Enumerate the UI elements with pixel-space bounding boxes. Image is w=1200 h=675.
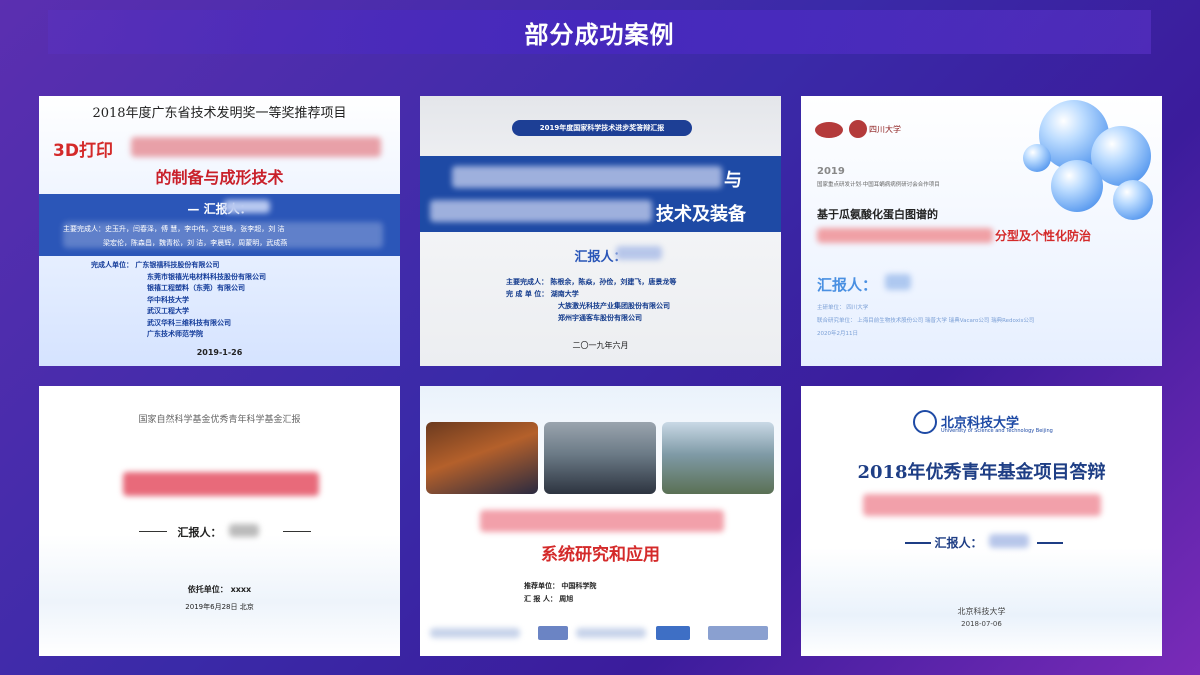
molecule-sphere <box>1051 160 1103 212</box>
partner-logo-icon <box>538 626 568 640</box>
redacted-title <box>863 494 1101 516</box>
unit-item: 武汉工程大学 <box>147 307 189 315</box>
title-line-1: 基于瓜氨酸化蛋白图谱的 <box>817 208 938 221</box>
card-date: 二〇一九年六月 <box>572 341 629 350</box>
reporter-label: 汇报人： <box>817 276 878 294</box>
card-pill-title: 2019年度国家科学技术进步奖答辩汇报 <box>512 120 692 136</box>
units-list: 完成人单位： 广东银禧科技股份有限公司 东莞市银禧光电材料科技股份有限公司 银禧… <box>91 260 266 341</box>
redacted-title <box>131 137 381 157</box>
school-name: 北京科技大学 <box>957 607 1006 616</box>
info-item: 郑州宇通客车股份有限公司 <box>558 314 642 322</box>
unit-item: 华中科技大学 <box>147 295 189 304</box>
unit-item: 东莞市银禧光电材料科技股份有限公司 <box>147 272 266 281</box>
info-item: 主要完成人： 陈根余，陈焱，孙俭，刘建飞，唐景龙等 <box>506 278 677 286</box>
redacted-reporter <box>885 274 911 290</box>
logo-text: 四川大学 <box>869 125 901 134</box>
info-list: 主要完成人： 陈根余，陈焱，孙俭，刘建飞，唐景龙等 完 成 单 位： 湖南大学 … <box>506 276 676 324</box>
reporter-label: 汇报人： <box>934 536 983 550</box>
facility-photo <box>662 422 774 494</box>
partner-logo-icon <box>656 626 690 640</box>
partner-logo-icon <box>430 628 520 638</box>
section-title: 部分成功案例 <box>524 20 675 49</box>
title-line-2: 分型及个性化防治 <box>995 229 1092 243</box>
card-top-title: 国家自然科学基金优秀青年科学基金汇报 <box>138 415 301 425</box>
institution-logo-icon <box>815 122 843 138</box>
partner-logos <box>420 622 781 646</box>
unit-item: 银禧工程塑料（东莞）有限公司 <box>147 284 245 292</box>
card-year: 2019 <box>817 166 845 177</box>
unit-item: 广东技术师范学院 <box>147 330 203 338</box>
card-title-line2: 的制备与成形技术 <box>155 168 284 187</box>
redacted-title-1 <box>452 166 722 188</box>
card-date: 2018-07-06 <box>961 620 1002 628</box>
redacted-reporter <box>224 200 270 213</box>
case-card-6[interactable]: 北京科技大学 University of Science and Technol… <box>801 386 1162 656</box>
members-line-2: 梁宏伦，陈森昌，魏青松，刘 洁，李晨辉，周蒙明，武成燕 <box>103 239 288 247</box>
redacted-title <box>480 510 724 532</box>
members-text: 主要完成人：史玉升，闫春泽，傅 慧，李中伟，文世峰，张李超，刘 洁 梁宏伦，陈森… <box>63 222 383 250</box>
card-background <box>39 386 400 656</box>
unit-item: 完成人单位： 广东银禧科技股份有限公司 <box>91 261 220 269</box>
project-text: 国家重点研发计划·中国耳蜗病病例研讨会合作项目 <box>817 182 940 188</box>
card-title: 2018年优秀青年基金项目答辩 <box>857 462 1106 483</box>
redacted-reporter <box>616 246 662 260</box>
unit-item: 武汉华科三维科技有限公司 <box>147 318 231 327</box>
university-seal-icon <box>849 120 867 138</box>
reporter-label: — 汇报人： <box>187 202 252 216</box>
case-card-5[interactable]: 系统研究和应用 推荐单位： 中国科学院 汇 报 人： 周旭 <box>420 386 781 656</box>
case-card-3[interactable]: 四川大学 2019 国家重点研发计划·中国耳蜗病病例研讨会合作项目 基于瓜氨酸化… <box>801 96 1162 366</box>
redacted-title <box>123 472 319 496</box>
group-photo <box>544 422 656 494</box>
info-item: 完 成 单 位： 湖南大学 <box>506 290 579 298</box>
info-item: 汇 报 人： 周旭 <box>524 595 574 603</box>
info-list: 主研单位： 四川大学 联合研究单位： 上海目前生物技术股份公司 瑞普大学 瑞典V… <box>817 302 1034 341</box>
card-top-title: 2018年度广东省技术发明奖一等奖推荐项目 <box>92 106 347 121</box>
university-name-en: University of Science and Technology Bei… <box>941 428 1053 434</box>
case-card-1[interactable]: 2018年度广东省技术发明奖一等奖推荐项目 3D打印 的制备与成形技术 — 汇报… <box>39 96 400 366</box>
section-title-bar: 部分成功案例 <box>48 10 1151 54</box>
reporter-label: 汇报人： <box>177 526 222 539</box>
redacted-title-2 <box>430 200 652 222</box>
info-item: 大族激光科技产业集团股份有限公司 <box>558 302 670 310</box>
members-line-1: 主要完成人：史玉升，闫春泽，傅 慧，李中伟，文世峰，张李超，刘 洁 <box>63 225 285 233</box>
unit-text: 依托单位： xxxx <box>187 585 252 594</box>
redacted-reporter <box>989 534 1029 548</box>
title-suffix-1: 与 <box>724 170 742 191</box>
case-card-2[interactable]: 2019年度国家科学技术进步奖答辩汇报 与 技术及装备 汇报人： 主要完成人： … <box>420 96 781 366</box>
card-title-prefix: 3D打印 <box>53 141 113 161</box>
title-suffix-2: 技术及装备 <box>656 204 746 225</box>
case-card-4[interactable]: 国家自然科学基金优秀青年科学基金汇报 汇报人： 依托单位： xxxx 2019年… <box>39 386 400 656</box>
reporter-label: 汇报人： <box>574 250 627 265</box>
card-title-red: 系统研究和应用 <box>541 545 660 565</box>
factory-photo <box>426 422 538 494</box>
info-item: 联合研究单位： 上海目前生物技术股份公司 瑞普大学 瑞典Vacaro公司 瑞典R… <box>817 318 1035 324</box>
info-item: 2020年2月11日 <box>817 331 858 337</box>
redacted-reporter <box>229 524 259 537</box>
card-date: 2019-1-26 <box>196 348 243 357</box>
molecule-sphere <box>1023 144 1051 172</box>
university-emblem-icon <box>913 410 937 434</box>
molecule-sphere <box>1113 180 1153 220</box>
info-list: 推荐单位： 中国科学院 汇 报 人： 周旭 <box>524 580 596 606</box>
info-item: 推荐单位： 中国科学院 <box>524 582 597 590</box>
card-date: 2019年6月28日 北京 <box>185 603 254 611</box>
redacted-title <box>817 228 993 243</box>
info-item: 主研单位： 四川大学 <box>817 305 869 311</box>
partner-logo-icon <box>576 628 646 638</box>
partner-logo-icon <box>708 626 768 640</box>
